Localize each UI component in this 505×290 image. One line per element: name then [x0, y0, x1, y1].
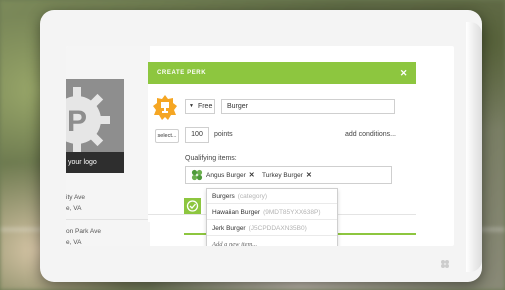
tablet-device: P your logo ity Ave e, VA on Park Ave e,… — [40, 10, 482, 282]
item-token: Angus Burger ✕ — [206, 170, 255, 181]
save-button[interactable] — [184, 198, 201, 214]
address-line: e, VA — [66, 239, 82, 246]
app-screen: P your logo ity Ave e, VA on Park Ave e,… — [66, 46, 454, 246]
tablet-edge — [466, 22, 482, 272]
item-token: Turkey Burger ✕ — [262, 170, 312, 181]
qualifying-items-label: Qualifying items: — [185, 155, 237, 162]
perk-item-input[interactable]: Burger — [221, 99, 395, 114]
suggestion-meta: (J5CPDDAXN35B0) — [248, 225, 307, 232]
logo-gear-icon: P — [66, 87, 110, 153]
address-divider — [66, 219, 150, 220]
item-suggestions-dropdown: Burgers (category) Hawaiian Burger (9MDT85… — [206, 188, 338, 246]
logo-letter: P — [67, 105, 87, 138]
items-cluster-icon — [191, 169, 203, 181]
add-conditions-link[interactable]: add conditions... — [345, 128, 396, 142]
address-line: e, VA — [66, 205, 82, 212]
address-line: on Park Ave — [66, 228, 101, 235]
qualifying-items-input[interactable]: Angus Burger ✕ Turkey Burger ✕ — [185, 166, 392, 184]
perk-type-value: Free — [197, 103, 213, 110]
suggestion-meta: (category) — [237, 193, 268, 200]
remove-token-icon[interactable]: ✕ — [249, 172, 255, 179]
item-token-label: Angus Burger — [206, 172, 246, 179]
caret-down-icon: ▼ — [189, 103, 194, 109]
panel-header: CREATE PERK ✕ — [148, 62, 416, 84]
points-input[interactable]: 100 — [185, 127, 209, 143]
trophy-badge-icon[interactable] — [153, 95, 177, 123]
profile-sidebar: P your logo ity Ave e, VA on Park Ave e,… — [66, 46, 150, 246]
panel-title: CREATE PERK — [157, 70, 207, 76]
remove-token-icon[interactable]: ✕ — [306, 172, 312, 179]
points-label: points — [214, 131, 233, 138]
suggestion-item[interactable]: Burgers (category) — [207, 189, 337, 204]
cluster-corner-icon — [440, 259, 450, 272]
add-new-item-link[interactable]: Add a new item... — [207, 237, 337, 246]
suggestion-name: Hawaiian Burger — [212, 209, 261, 216]
select-button[interactable]: select... — [155, 129, 179, 143]
create-perk-panel: CREATE PERK ✕ ▼ Free Burger select... 100… — [148, 62, 416, 246]
suggestion-item[interactable]: Jerk Burger (J5CPDDAXN35B0) — [207, 221, 337, 236]
item-token-label: Turkey Burger — [262, 172, 303, 179]
suggestion-name: Jerk Burger — [212, 225, 246, 232]
perk-type-select[interactable]: ▼ Free — [185, 99, 215, 114]
address-line: ity Ave — [66, 194, 86, 201]
logo-placeholder[interactable]: P — [66, 79, 124, 155]
close-icon[interactable]: ✕ — [400, 62, 408, 84]
suggestion-name: Burgers — [212, 193, 235, 200]
suggestion-meta: (9MDT85YXX638P) — [263, 209, 321, 216]
logo-label: your logo — [66, 152, 124, 173]
suggestion-item[interactable]: Hawaiian Burger (9MDT85YXX638P) — [207, 205, 337, 220]
